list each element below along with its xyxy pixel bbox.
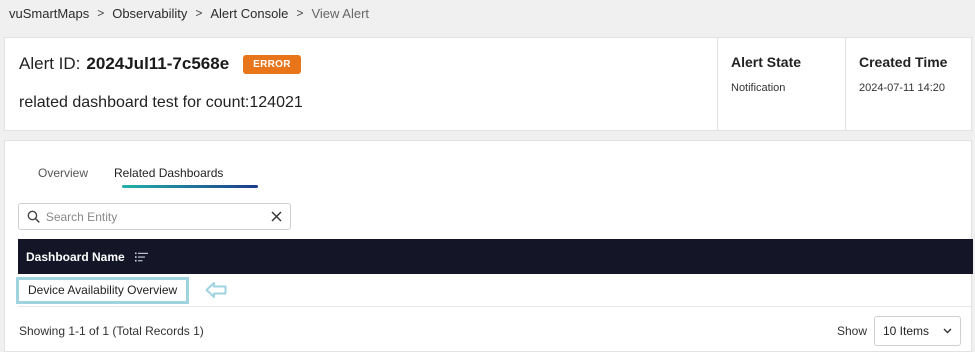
- table-row: Device Availability Overview: [16, 274, 973, 307]
- search-box: [18, 203, 291, 230]
- column-header-dashboard-name[interactable]: Dashboard Name: [26, 250, 125, 264]
- sort-icon[interactable]: [134, 252, 148, 262]
- page-size-value: 10 Items: [883, 324, 930, 338]
- severity-badge: ERROR: [243, 54, 301, 74]
- left-arrow-icon: [205, 281, 227, 299]
- search-input[interactable]: [45, 209, 263, 224]
- alert-id-row: Alert ID: 2024Jul11-7c568e ERROR: [19, 52, 717, 76]
- breadcrumb-observability[interactable]: Observability: [112, 6, 187, 21]
- tab-overview[interactable]: Overview: [25, 165, 101, 187]
- alert-id-value: 2024Jul11-7c568e: [86, 54, 230, 73]
- dashboard-link[interactable]: Device Availability Overview: [16, 276, 190, 304]
- created-time-value: 2024-07-11 14:20: [859, 82, 946, 94]
- breadcrumb-view-alert: View Alert: [311, 5, 370, 21]
- chevron-right-icon: >: [97, 6, 105, 20]
- page-size-select[interactable]: 10 Items: [874, 316, 961, 346]
- created-time-column: Created Time 2024-07-11 14:20: [845, 38, 971, 130]
- breadcrumb-vusmartmaps[interactable]: vuSmartMaps: [9, 6, 89, 21]
- page-size-label: Show: [837, 324, 868, 338]
- breadcrumb: vuSmartMaps > Observability > Alert Cons…: [9, 5, 369, 21]
- alert-id-label: Alert ID:: [19, 54, 81, 73]
- created-time-title: Created Time: [859, 54, 948, 70]
- pagination-summary: Showing 1-1 of 1 (Total Records 1): [19, 324, 204, 338]
- search-icon: [27, 210, 40, 223]
- alert-summary: Alert ID: 2024Jul11-7c568e ERROR related…: [5, 38, 717, 130]
- tab-bar: Overview Related Dashboards: [25, 165, 258, 189]
- chevron-down-icon: [943, 328, 952, 334]
- related-dashboards-card: Overview Related Dashboards Dashboard Na…: [4, 140, 973, 352]
- table-header: Dashboard Name: [18, 239, 973, 274]
- breadcrumb-alert-console[interactable]: Alert Console: [210, 6, 288, 21]
- chevron-right-icon: >: [296, 6, 304, 20]
- alert-state-column: Alert State Notification: [717, 38, 845, 130]
- alert-state-title: Alert State: [731, 54, 802, 70]
- tab-related-dashboards[interactable]: Related Dashboards: [101, 165, 236, 187]
- alert-state-value: Notification: [731, 82, 786, 94]
- chevron-right-icon: >: [195, 6, 203, 20]
- active-tab-indicator: [122, 185, 258, 188]
- alert-header-card: Alert ID: 2024Jul11-7c568e ERROR related…: [4, 37, 972, 131]
- close-icon[interactable]: [263, 211, 282, 222]
- alert-description: related dashboard test for count:124021: [19, 94, 303, 111]
